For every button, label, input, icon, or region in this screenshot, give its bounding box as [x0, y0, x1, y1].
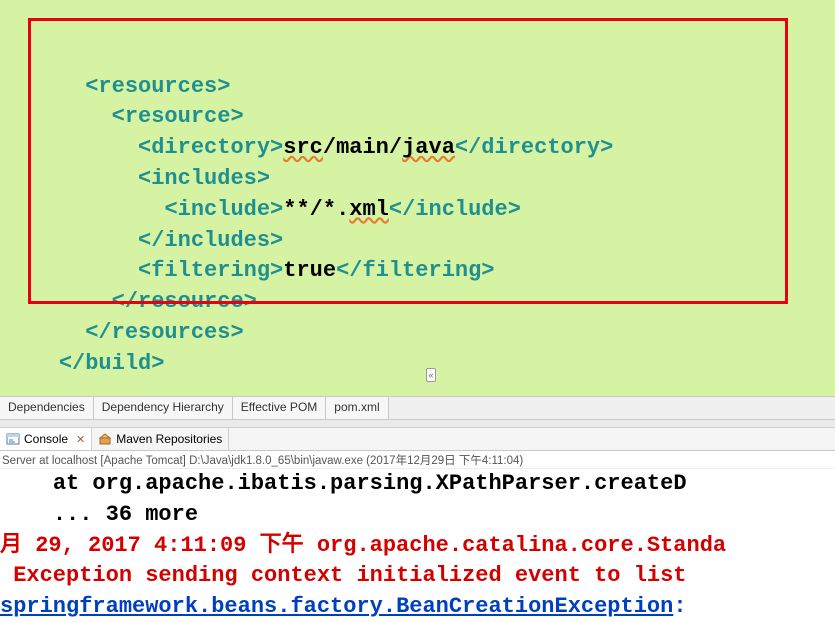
pom-editor-tabs: DependenciesDependency HierarchyEffectiv…: [0, 396, 835, 420]
console-label: Console: [24, 432, 68, 446]
pom-tab-dependencies[interactable]: Dependencies: [0, 397, 94, 419]
code-line: </resource>: [0, 287, 835, 318]
pom-tab-dependency-hierarchy[interactable]: Dependency Hierarchy: [94, 397, 233, 419]
pom-tab-effective-pom[interactable]: Effective POM: [233, 397, 326, 419]
collapse-handle[interactable]: «: [426, 368, 436, 382]
console-line: Exception sending context initialized ev…: [0, 561, 835, 592]
console-line: 月 29, 2017 4:11:09 下午 org.apache.catalin…: [0, 531, 835, 562]
maven-repos-view-tab[interactable]: Maven Repositories: [92, 428, 229, 450]
console-line: springframework.beans.factory.BeanCreati…: [0, 592, 835, 623]
code-line: [0, 380, 835, 396]
console-view-tab[interactable]: Console ✕: [0, 428, 92, 450]
console-launch-info: Server at localhost [Apache Tomcat] D:\J…: [0, 451, 835, 469]
code-line: </includes>: [0, 226, 835, 257]
code-line: </resources>: [0, 318, 835, 349]
code-line: <filtering>true</filtering>: [0, 256, 835, 287]
xml-editor[interactable]: <resources> <resource> <directory>src/ma…: [0, 0, 835, 396]
console-icon: [6, 432, 20, 446]
code-line: </build>: [0, 349, 835, 380]
code-line: <directory>src/main/java</directory>: [0, 133, 835, 164]
maven-icon: [98, 432, 112, 446]
console-output[interactable]: at org.apache.ibatis.parsing.XPathParser…: [0, 469, 835, 623]
code-line: <includes>: [0, 164, 835, 195]
console-line: ... 36 more: [0, 500, 835, 531]
code-line: <include>**/*.xml</include>: [0, 195, 835, 226]
panel-separator: [0, 420, 835, 428]
code-line: <resources>: [0, 72, 835, 103]
console-line: at org.apache.ibatis.parsing.XPathParser…: [0, 469, 835, 500]
code-line: <resource>: [0, 102, 835, 133]
pom-tab-pom-xml[interactable]: pom.xml: [326, 397, 388, 419]
close-icon[interactable]: ✕: [72, 433, 85, 446]
view-tab-bar: Console ✕ Maven Repositories: [0, 428, 835, 451]
maven-label: Maven Repositories: [116, 432, 222, 446]
